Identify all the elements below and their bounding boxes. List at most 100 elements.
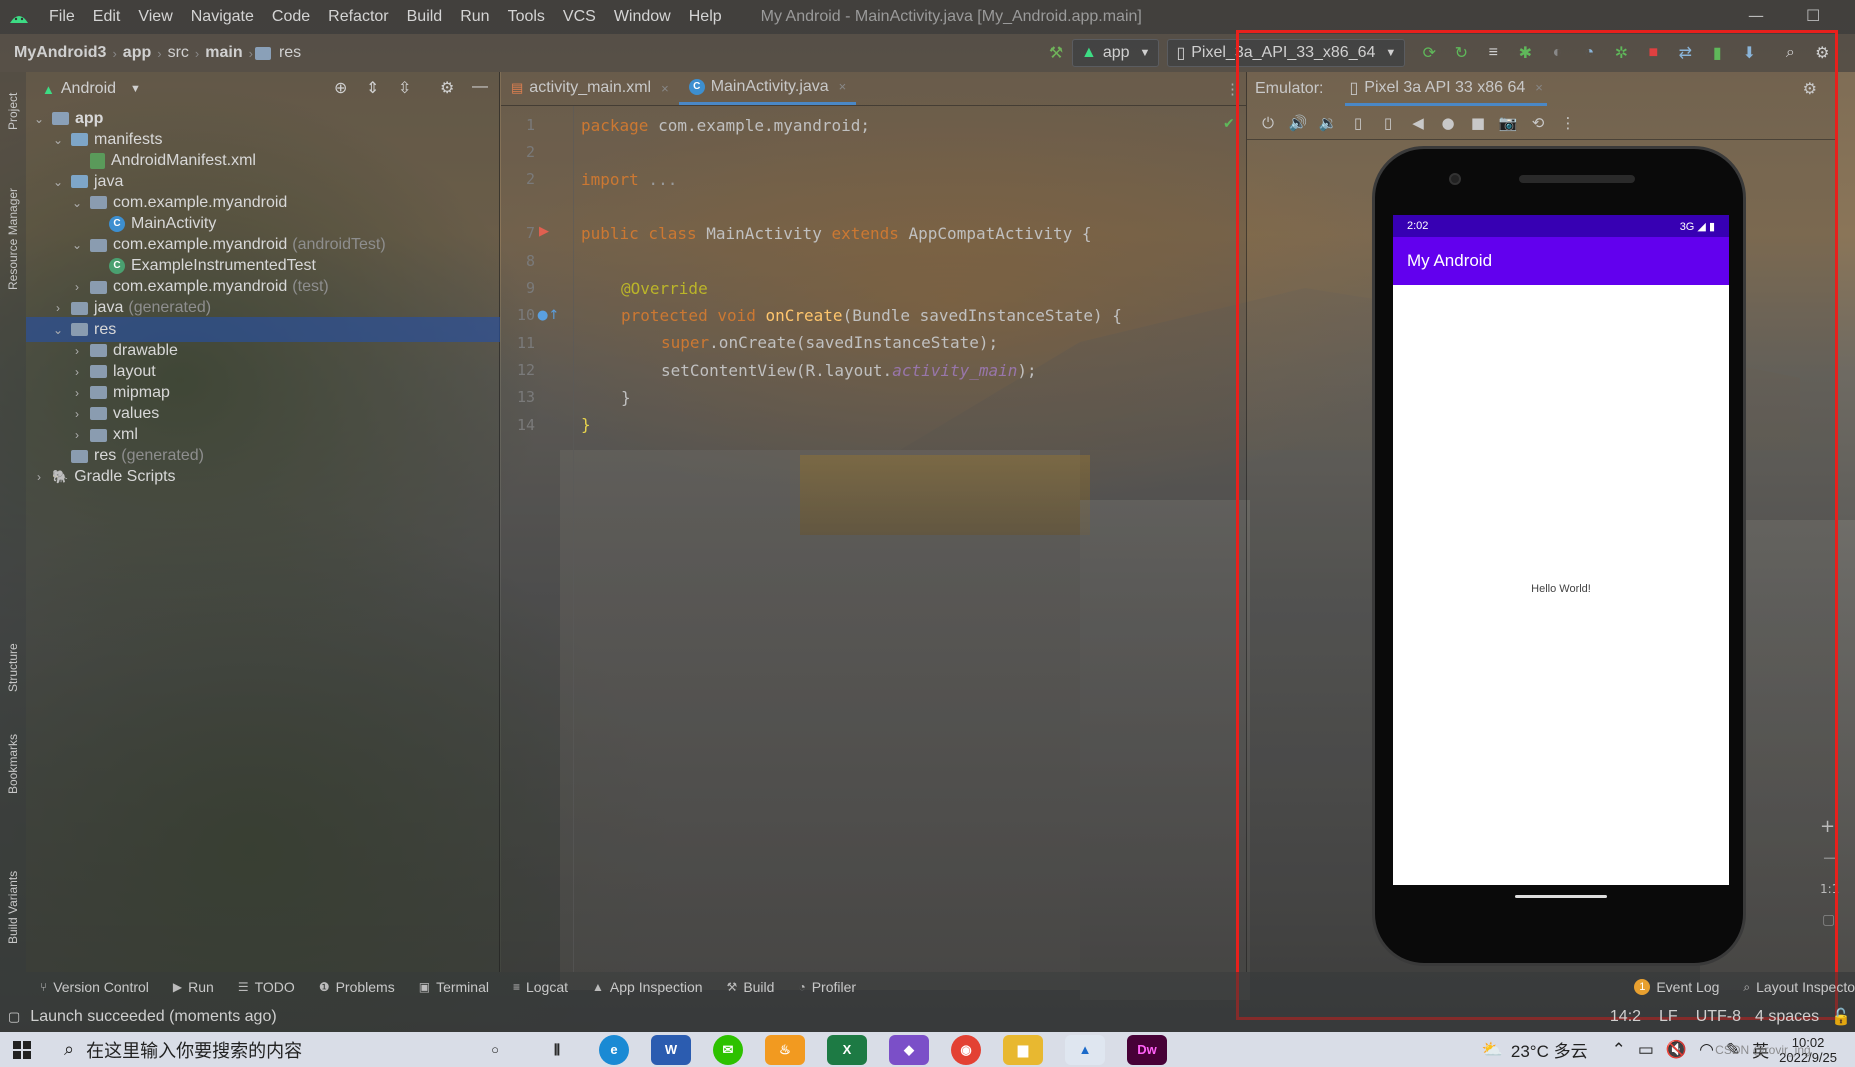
android-studio-taskbar-icon[interactable]: ▲: [1065, 1034, 1105, 1065]
profile-icon[interactable]: ◔: [1578, 42, 1600, 64]
tool-run[interactable]: ▶ Run: [173, 979, 214, 995]
chrome-icon[interactable]: ◉: [951, 1034, 981, 1065]
breadcrumb-project[interactable]: MyAndroid3: [10, 44, 110, 62]
phone-screen[interactable]: 2:02 3G ◢ ▮ My Android Hello World!: [1393, 215, 1729, 885]
chevron-up-icon[interactable]: ⌃: [1612, 1040, 1626, 1060]
menu-refactor[interactable]: Refactor: [319, 8, 397, 26]
chevron-right-icon[interactable]: ›: [70, 365, 84, 379]
apply-code-changes-icon[interactable]: ↻: [1450, 42, 1472, 64]
chevron-right-icon[interactable]: ›: [70, 344, 84, 358]
attach-debugger-icon[interactable]: ✲: [1610, 42, 1632, 64]
actual-size-icon[interactable]: 1:1: [1820, 882, 1839, 896]
status-message[interactable]: Launch succeeded (moments ago): [30, 1008, 276, 1026]
file-encoding[interactable]: UTF-8: [1696, 1008, 1741, 1026]
chevron-right-icon[interactable]: ›: [51, 301, 65, 315]
chevron-right-icon[interactable]: ›: [70, 407, 84, 421]
tool-todo[interactable]: ☰ TODO: [238, 979, 295, 995]
tool-logcat[interactable]: ≡ Logcat: [513, 979, 568, 995]
collapse-all-icon[interactable]: ⇳: [398, 78, 411, 98]
locate-icon[interactable]: ⊕: [334, 78, 347, 98]
menu-build[interactable]: Build: [398, 8, 452, 26]
chevron-down-icon[interactable]: ⌄: [70, 196, 84, 210]
sdk-manager-icon[interactable]: ⬇: [1738, 42, 1760, 64]
menu-view[interactable]: View: [129, 8, 181, 26]
windows-start-button[interactable]: [0, 1032, 44, 1067]
breadcrumb-app[interactable]: app: [119, 44, 155, 62]
power-icon[interactable]: ⏻: [1255, 110, 1281, 136]
logcat-icon[interactable]: ≡: [1482, 42, 1504, 64]
breadcrumb-src[interactable]: src: [164, 44, 193, 62]
menu-vcs[interactable]: VCS: [554, 8, 605, 26]
chevron-down-icon[interactable]: ⌄: [51, 133, 65, 147]
indent-setting[interactable]: 4 spaces: [1755, 1008, 1819, 1026]
back-icon[interactable]: ◀: [1405, 110, 1431, 136]
menu-navigate[interactable]: Navigate: [182, 8, 263, 26]
tool-build-variants[interactable]: Build Variants: [6, 871, 20, 944]
tool-bookmarks[interactable]: Bookmarks: [6, 734, 20, 794]
breadcrumb-res[interactable]: res: [275, 44, 305, 62]
settings-icon[interactable]: ⚙: [1811, 42, 1833, 64]
volume-up-icon[interactable]: 🔊: [1285, 110, 1311, 136]
more-icon[interactable]: ⋮: [1225, 80, 1240, 98]
weather-text[interactable]: 23°C 多云: [1511, 1037, 1588, 1062]
gear-icon[interactable]: ⚙: [440, 78, 454, 98]
more-icon[interactable]: ⋮: [1555, 110, 1581, 136]
run-config-select[interactable]: ▲ app ▼: [1072, 39, 1160, 67]
debug-icon[interactable]: ✱: [1514, 42, 1536, 64]
chevron-down-icon[interactable]: ⌄: [51, 175, 65, 189]
chevron-right-icon[interactable]: ›: [32, 470, 46, 484]
caret-position[interactable]: 14:2: [1610, 1008, 1641, 1026]
home-icon[interactable]: ●: [1435, 110, 1461, 136]
tool-layout-inspector[interactable]: ⌕ Layout Inspecto: [1743, 979, 1855, 995]
chevron-down-icon[interactable]: ⌄: [32, 112, 46, 126]
task-view-icon[interactable]: ○: [475, 1035, 515, 1065]
project-view-select[interactable]: Android: [61, 80, 116, 98]
line-separator[interactable]: LF: [1659, 1008, 1678, 1026]
edge-icon[interactable]: e: [599, 1034, 629, 1065]
stop-icon[interactable]: ■: [1642, 42, 1664, 64]
fit-screen-icon[interactable]: ▢: [1822, 912, 1835, 928]
chevron-down-icon[interactable]: ⌄: [51, 323, 65, 337]
tool-terminal[interactable]: ▣ Terminal: [419, 979, 489, 995]
sync-gradle-icon[interactable]: ⇄: [1674, 42, 1696, 64]
menu-tools[interactable]: Tools: [499, 8, 554, 26]
chevron-right-icon[interactable]: ›: [70, 280, 84, 294]
tool-project[interactable]: Project: [6, 93, 20, 130]
hide-icon[interactable]: —: [472, 78, 488, 96]
zoom-out-icon[interactable]: −: [1822, 848, 1837, 869]
camera-icon[interactable]: 📷: [1495, 110, 1521, 136]
menu-code[interactable]: Code: [263, 8, 319, 26]
menu-help[interactable]: Help: [680, 8, 731, 26]
run-gutter-icon[interactable]: ▶: [539, 224, 549, 239]
tree-item[interactable]: › 🐘 Gradle Scripts: [26, 465, 500, 490]
tool-problems[interactable]: ❶ Problems: [319, 979, 395, 995]
chevron-down-icon[interactable]: ▼: [130, 83, 141, 95]
tool-resource-manager[interactable]: Resource Manager: [6, 188, 20, 290]
tool-version-control[interactable]: ⑂ Version Control: [40, 979, 149, 995]
file-explorer-icon[interactable]: ▆: [1003, 1034, 1043, 1065]
tool-event-log[interactable]: 1 Event Log: [1634, 979, 1719, 995]
visual-studio-icon[interactable]: ◆: [889, 1034, 929, 1065]
override-gutter-icon[interactable]: ●↑: [537, 308, 559, 323]
clock[interactable]: 10:02 2022/9/25 CSDN @rovir_ing: [1715, 1035, 1837, 1065]
status-toggle-icon[interactable]: ▢: [8, 1009, 20, 1025]
rotate-left-icon[interactable]: ▯: [1345, 110, 1371, 136]
tab-activity-main-xml[interactable]: ▤ activity_main.xml ×: [501, 71, 679, 105]
excel-icon[interactable]: X: [827, 1034, 867, 1065]
menu-file[interactable]: File: [40, 8, 84, 26]
maximize-icon[interactable]: ☐: [1806, 6, 1820, 25]
device-manager-icon[interactable]: ▮: [1706, 42, 1728, 64]
tool-profiler[interactable]: ◔ Profiler: [798, 979, 856, 995]
close-icon[interactable]: ×: [839, 79, 847, 94]
gesture-home-bar[interactable]: [1515, 895, 1607, 898]
taskbar-search[interactable]: ⌕ 在这里输入你要搜索的内容: [44, 1032, 464, 1067]
close-icon[interactable]: ×: [1535, 80, 1543, 95]
expand-all-icon[interactable]: ⇕: [366, 78, 379, 98]
wifi-icon[interactable]: ◠: [1699, 1040, 1714, 1060]
volume-mute-icon[interactable]: 🔇: [1666, 1040, 1687, 1060]
dreamweaver-icon[interactable]: Dw: [1127, 1034, 1167, 1065]
menu-window[interactable]: Window: [605, 8, 680, 26]
tool-structure[interactable]: Structure: [6, 643, 20, 692]
overview-icon[interactable]: ■: [1465, 110, 1491, 136]
hammer-icon[interactable]: ⚒: [1045, 42, 1067, 64]
